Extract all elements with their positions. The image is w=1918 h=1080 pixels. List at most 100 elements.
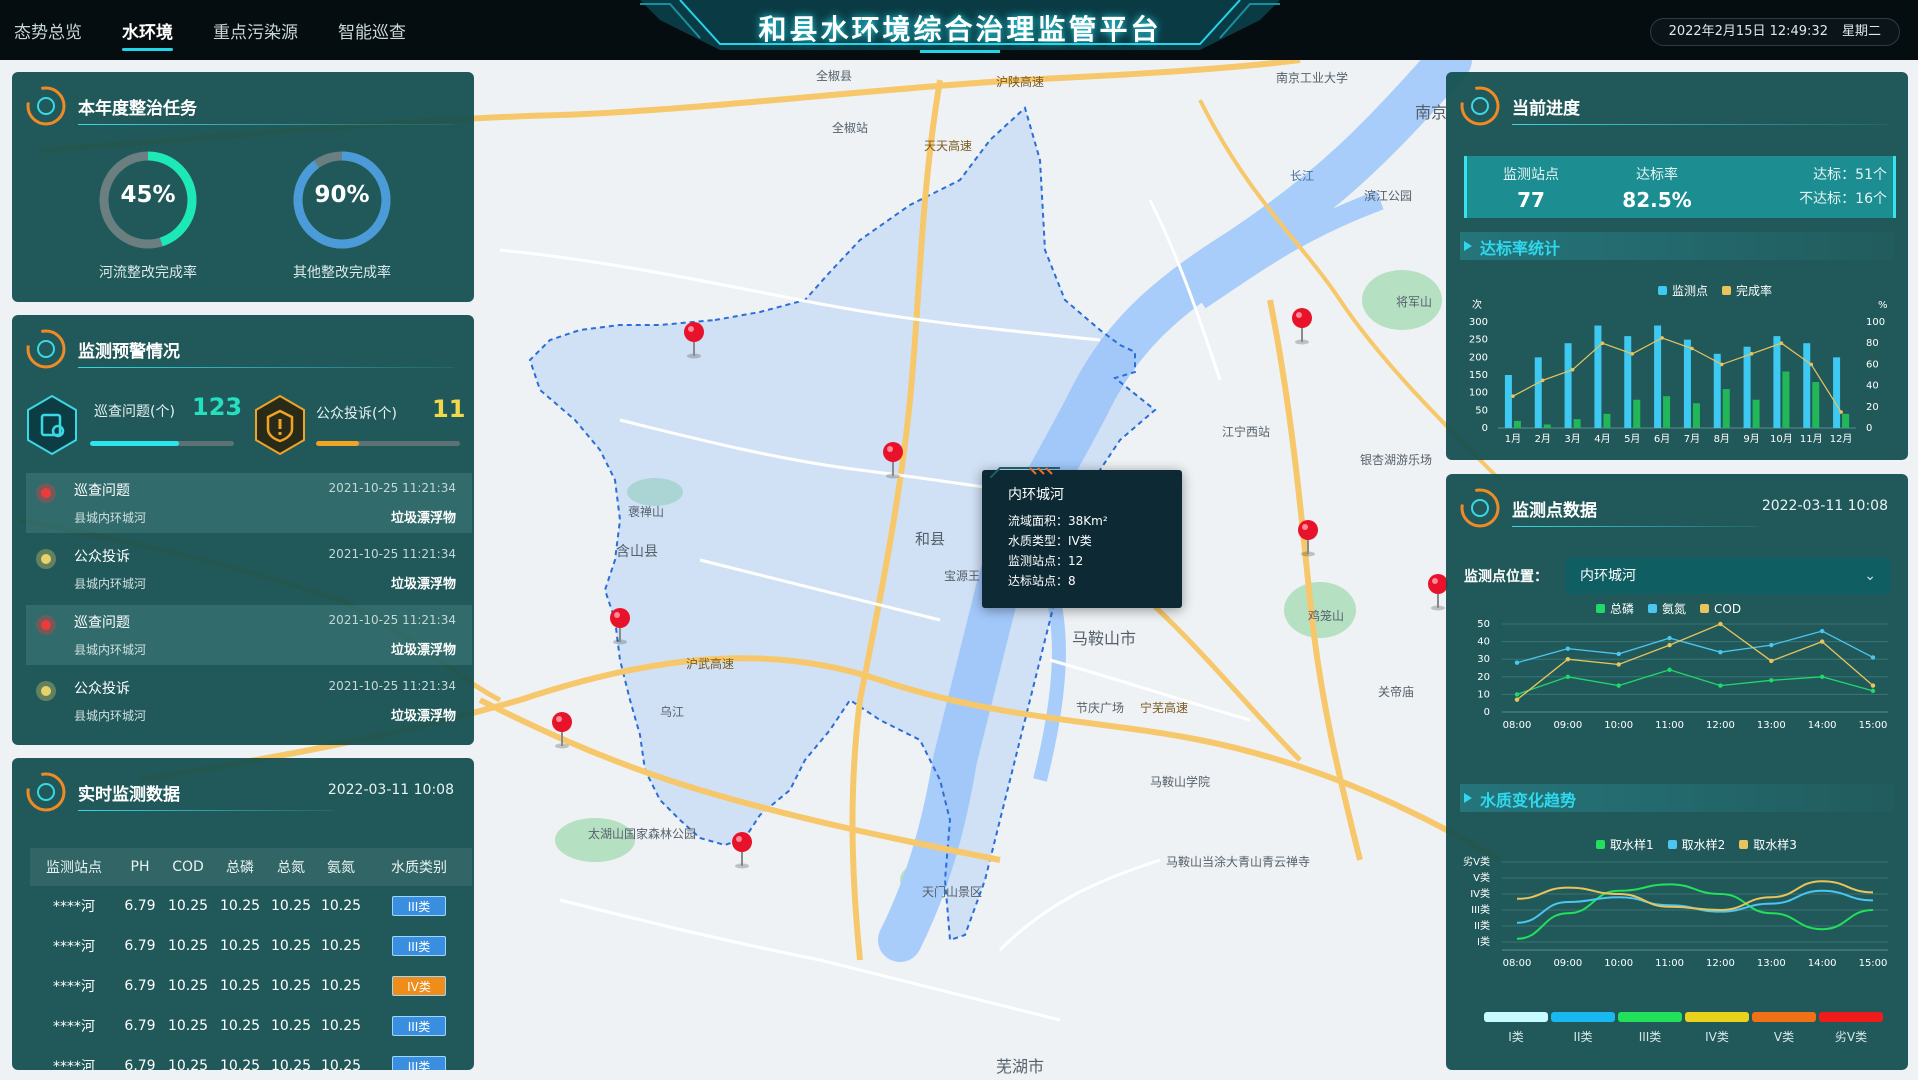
scale-swatch (1551, 1012, 1615, 1022)
completion-point (1600, 341, 1605, 345)
table-row[interactable]: ****河 6.79 10.25 10.25 10.25 10.25 III类 (30, 1046, 472, 1070)
table-row[interactable]: ****河 6.79 10.25 10.25 10.25 10.25 III类 (30, 1006, 472, 1046)
bar-monitor (1564, 343, 1572, 428)
y-tick-label: 200 (1469, 352, 1488, 363)
x-tick-label: 08:00 (1503, 958, 1532, 969)
bar-monitor (1624, 336, 1632, 428)
annual-task-panel: 本年度整治任务 45% 河流整改完成率 90% 其他整改完成率 (12, 72, 474, 302)
x-tick-label: 10月 (1770, 433, 1793, 445)
table-cell: 10.25 (219, 1018, 261, 1034)
alert-item[interactable]: 巡查问题 2021-10-25 11:21:34 县城内环城河 垃圾漂浮物 (26, 473, 472, 533)
completion-point (1511, 394, 1515, 398)
bar-extra (1692, 403, 1700, 428)
bar-extra (1603, 413, 1611, 428)
x-tick-label: 4月 (1594, 433, 1610, 445)
table-row[interactable]: ****河 6.79 10.25 10.25 10.25 10.25 III类 (30, 926, 472, 966)
y-tick-label: 100 (1469, 388, 1488, 399)
x-tick-label: 9月 (1743, 433, 1759, 445)
x-tick-label: 12:00 (1706, 720, 1735, 731)
map-label: 天门山景区 (922, 884, 982, 899)
alert-status-icon (36, 681, 56, 701)
map-label: 长江 (1290, 169, 1314, 183)
trend-line-chart: I类 II类 III类 IV类 V类 劣V类 08:00 09:00 10:00 11:00 12:… (1463, 855, 1888, 969)
x-tick-label: 13:00 (1757, 958, 1786, 969)
nav-overview[interactable]: 态势总览 (14, 12, 82, 49)
col-station: 监测站点 (46, 860, 102, 876)
map-label: 江宁西站 (1222, 424, 1270, 439)
series-point (1819, 639, 1825, 644)
location-select[interactable]: 内环城河 ⌄ (1566, 558, 1890, 594)
series-point (1616, 651, 1621, 657)
alert-item[interactable]: 公众投诉 2021-10-25 11:21:34 县城内环城河 垃圾漂浮物 (26, 539, 472, 599)
water-class-badge: III类 (392, 896, 446, 916)
map-label: 沪陕高速 (996, 74, 1044, 89)
table-row[interactable]: ****河 6.79 10.25 10.25 10.25 10.25 III类 (30, 886, 472, 926)
rate-stats-header: 达标率统计 (1460, 232, 1894, 260)
series-point (1514, 697, 1520, 702)
table-cell: 10.25 (270, 898, 312, 914)
scale-swatch (1819, 1012, 1883, 1022)
alert-item[interactable]: 巡查问题 2021-10-25 11:21:34 县城内环城河 垃圾漂浮物 (26, 605, 472, 665)
x-tick-label: 7月 (1684, 433, 1700, 445)
x-tick-label: 6月 (1654, 433, 1670, 445)
scale-swatch (1618, 1012, 1682, 1022)
rate-stats-title: 达标率统计 (1480, 239, 1561, 258)
map-label: 将军山 (1396, 295, 1432, 309)
alert-tag: 垃圾漂浮物 (390, 643, 456, 658)
series-point (1565, 657, 1571, 662)
monitor-title: 监测点数据 (1512, 501, 1597, 521)
rate-value: 82.5% (1622, 188, 1692, 212)
legend-sample2: 取水样2 (1667, 836, 1725, 853)
map-label: 银杏湖游乐场 (1360, 452, 1432, 467)
nav-smart-patrol[interactable]: 智能巡查 (338, 12, 406, 49)
table-cell: 10.25 (320, 978, 362, 994)
scale-label: IV类 (1705, 1030, 1729, 1044)
series-point (1565, 646, 1571, 651)
table-row[interactable]: ****河 6.79 10.25 10.25 10.25 10.25 IV类 (30, 966, 472, 1006)
map-label: 全椒县 (816, 68, 852, 83)
table-cell: ****河 (53, 1059, 95, 1070)
y2-axis-label: % (1878, 300, 1888, 311)
alert-item[interactable]: 公众投诉 2021-10-25 11:21:34 县城内环城河 垃圾漂浮物 (26, 671, 472, 731)
series-line (1516, 630, 1874, 664)
series-point (1870, 655, 1876, 660)
target-icon (1460, 488, 1500, 528)
y-tick-label: 300 (1469, 317, 1488, 328)
table-cell: 10.25 (167, 1018, 209, 1034)
y-axis-label: 次 (1472, 298, 1482, 311)
alert-type: 公众投诉 (74, 549, 130, 565)
map-label: 太湖山国家森林公园 (588, 826, 696, 841)
x-tick-label: 09:00 (1553, 958, 1582, 969)
water-class-badge: III类 (392, 1056, 446, 1070)
datetime-display: 2022年2月15日 12:49:32 星期二 (1649, 18, 1900, 46)
scale-label: II类 (1573, 1030, 1593, 1044)
legend-tp: 总磷 (1596, 600, 1634, 617)
target-icon (26, 329, 66, 369)
y-tick-label: 0 (1484, 707, 1490, 718)
bar-extra (1812, 382, 1820, 428)
series-line (1516, 883, 1874, 940)
y-tick-label: V类 (1473, 871, 1490, 884)
alert-type: 巡查问题 (74, 615, 130, 631)
y2-tick-label: 80 (1866, 338, 1879, 349)
not-ok-count: 不达标：16个 (1799, 191, 1887, 207)
bar-extra (1782, 371, 1790, 428)
table-cell: 6.79 (124, 978, 156, 994)
warning-title: 监测预警情况 (78, 342, 180, 362)
other-rate-label: 其他整改完成率 (293, 265, 391, 281)
x-tick-label: 13:00 (1757, 720, 1786, 731)
series-point (1870, 688, 1876, 694)
alert-tag: 垃圾漂浮物 (390, 709, 456, 724)
main-nav: 态势总览 水环境 重点污染源 智能巡查 (14, 0, 406, 60)
map-label: 南京 (1415, 103, 1447, 122)
legend-sample3: 取水样3 (1739, 836, 1797, 853)
table-cell: 10.25 (167, 938, 209, 954)
nav-pollution-sources[interactable]: 重点污染源 (213, 12, 298, 49)
alert-location: 县城内环城河 (74, 577, 147, 591)
realtime-title: 实时监测数据 (78, 785, 180, 805)
y-tick-label: 40 (1477, 637, 1490, 648)
x-tick-label: 12:00 (1706, 958, 1735, 969)
x-tick-label: 10:00 (1604, 720, 1633, 731)
nav-water-environment[interactable]: 水环境 (122, 12, 173, 51)
realtime-table: 监测站点 PH COD 总磷 总氮 氨氮 水质类别 ****河 6.79 10.25… (30, 848, 472, 1070)
